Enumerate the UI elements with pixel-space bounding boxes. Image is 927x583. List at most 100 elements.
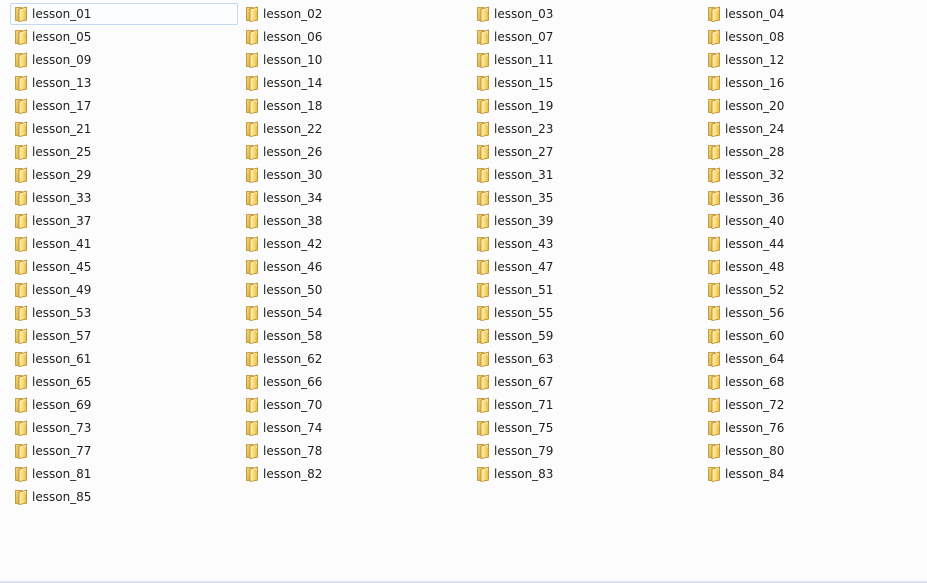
folder-item[interactable]: lesson_32 bbox=[703, 164, 927, 186]
folder-icon bbox=[245, 6, 259, 22]
folder-item[interactable]: lesson_09 bbox=[10, 49, 238, 71]
folder-item[interactable]: lesson_16 bbox=[703, 72, 927, 94]
folder-item[interactable]: lesson_27 bbox=[472, 141, 700, 163]
folder-item[interactable]: lesson_21 bbox=[10, 118, 238, 140]
folder-item[interactable]: lesson_68 bbox=[703, 371, 927, 393]
folder-item[interactable]: lesson_85 bbox=[10, 486, 238, 508]
folder-item[interactable]: lesson_56 bbox=[703, 302, 927, 324]
folder-item[interactable]: lesson_05 bbox=[10, 26, 238, 48]
folder-icon bbox=[476, 121, 490, 137]
folder-item[interactable]: lesson_69 bbox=[10, 394, 238, 416]
folder-item[interactable]: lesson_01 bbox=[10, 3, 238, 25]
folder-item[interactable]: lesson_52 bbox=[703, 279, 927, 301]
folder-item[interactable]: lesson_81 bbox=[10, 463, 238, 485]
folder-item[interactable]: lesson_80 bbox=[703, 440, 927, 462]
folder-item[interactable]: lesson_83 bbox=[472, 463, 700, 485]
folder-item[interactable]: lesson_29 bbox=[10, 164, 238, 186]
folder-item[interactable]: lesson_08 bbox=[703, 26, 927, 48]
folder-item[interactable]: lesson_50 bbox=[241, 279, 469, 301]
folder-icon bbox=[245, 443, 259, 459]
folder-item[interactable]: lesson_75 bbox=[472, 417, 700, 439]
folder-item[interactable]: lesson_11 bbox=[472, 49, 700, 71]
folder-item[interactable]: lesson_42 bbox=[241, 233, 469, 255]
folder-item[interactable]: lesson_60 bbox=[703, 325, 927, 347]
folder-item[interactable]: lesson_10 bbox=[241, 49, 469, 71]
folder-item[interactable]: lesson_37 bbox=[10, 210, 238, 232]
folder-item[interactable]: lesson_71 bbox=[472, 394, 700, 416]
folder-item[interactable]: lesson_22 bbox=[241, 118, 469, 140]
folder-item[interactable]: lesson_06 bbox=[241, 26, 469, 48]
folder-icon bbox=[245, 75, 259, 91]
folder-icon bbox=[14, 144, 28, 160]
folder-item-label: lesson_73 bbox=[32, 421, 92, 435]
folder-item[interactable]: lesson_41 bbox=[10, 233, 238, 255]
folder-item[interactable]: lesson_40 bbox=[703, 210, 927, 232]
folder-item[interactable]: lesson_63 bbox=[472, 348, 700, 370]
folder-icon bbox=[707, 443, 721, 459]
folder-item[interactable]: lesson_62 bbox=[241, 348, 469, 370]
folder-item[interactable]: lesson_49 bbox=[10, 279, 238, 301]
folder-item[interactable]: lesson_43 bbox=[472, 233, 700, 255]
folder-item[interactable]: lesson_30 bbox=[241, 164, 469, 186]
folder-icon bbox=[476, 29, 490, 45]
folder-item[interactable]: lesson_19 bbox=[472, 95, 700, 117]
folder-item[interactable]: lesson_57 bbox=[10, 325, 238, 347]
folder-item[interactable]: lesson_14 bbox=[241, 72, 469, 94]
folder-item[interactable]: lesson_31 bbox=[472, 164, 700, 186]
folder-item[interactable]: lesson_24 bbox=[703, 118, 927, 140]
folder-item-label: lesson_49 bbox=[32, 283, 92, 297]
folder-item[interactable]: lesson_07 bbox=[472, 26, 700, 48]
folder-item[interactable]: lesson_67 bbox=[472, 371, 700, 393]
folder-item[interactable]: lesson_04 bbox=[703, 3, 927, 25]
folder-item[interactable]: lesson_55 bbox=[472, 302, 700, 324]
folder-item[interactable]: lesson_18 bbox=[241, 95, 469, 117]
folder-item[interactable]: lesson_12 bbox=[703, 49, 927, 71]
folder-item[interactable]: lesson_15 bbox=[472, 72, 700, 94]
folder-item[interactable]: lesson_35 bbox=[472, 187, 700, 209]
folder-icon bbox=[245, 144, 259, 160]
folder-item[interactable]: lesson_47 bbox=[472, 256, 700, 278]
folder-item[interactable]: lesson_77 bbox=[10, 440, 238, 462]
folder-item[interactable]: lesson_51 bbox=[472, 279, 700, 301]
folder-item[interactable]: lesson_78 bbox=[241, 440, 469, 462]
folder-item-label: lesson_31 bbox=[494, 168, 554, 182]
folder-item[interactable]: lesson_76 bbox=[703, 417, 927, 439]
folder-item[interactable]: lesson_58 bbox=[241, 325, 469, 347]
folder-item[interactable]: lesson_20 bbox=[703, 95, 927, 117]
folder-item[interactable]: lesson_28 bbox=[703, 141, 927, 163]
folder-item[interactable]: lesson_74 bbox=[241, 417, 469, 439]
folder-item[interactable]: lesson_34 bbox=[241, 187, 469, 209]
folder-icon bbox=[707, 466, 721, 482]
folder-item[interactable]: lesson_59 bbox=[472, 325, 700, 347]
folder-item[interactable]: lesson_82 bbox=[241, 463, 469, 485]
folder-item[interactable]: lesson_36 bbox=[703, 187, 927, 209]
folder-item[interactable]: lesson_45 bbox=[10, 256, 238, 278]
folder-item-label: lesson_41 bbox=[32, 237, 92, 251]
folder-item[interactable]: lesson_44 bbox=[703, 233, 927, 255]
folder-item[interactable]: lesson_65 bbox=[10, 371, 238, 393]
folder-item[interactable]: lesson_66 bbox=[241, 371, 469, 393]
folder-item[interactable]: lesson_64 bbox=[703, 348, 927, 370]
folder-item[interactable]: lesson_46 bbox=[241, 256, 469, 278]
folder-item[interactable]: lesson_03 bbox=[472, 3, 700, 25]
folder-item[interactable]: lesson_39 bbox=[472, 210, 700, 232]
folder-item[interactable]: lesson_53 bbox=[10, 302, 238, 324]
folder-item[interactable]: lesson_13 bbox=[10, 72, 238, 94]
folder-item[interactable]: lesson_54 bbox=[241, 302, 469, 324]
file-list-pane[interactable]: lesson_01 lesson_02 lesson_03 lesson_04 less… bbox=[0, 0, 927, 581]
folder-item[interactable]: lesson_79 bbox=[472, 440, 700, 462]
folder-item[interactable]: lesson_02 bbox=[241, 3, 469, 25]
folder-item[interactable]: lesson_73 bbox=[10, 417, 238, 439]
folder-item[interactable]: lesson_70 bbox=[241, 394, 469, 416]
folder-item[interactable]: lesson_17 bbox=[10, 95, 238, 117]
folder-item[interactable]: lesson_38 bbox=[241, 210, 469, 232]
folder-item[interactable]: lesson_48 bbox=[703, 256, 927, 278]
folder-item-label: lesson_26 bbox=[263, 145, 323, 159]
folder-item[interactable]: lesson_61 bbox=[10, 348, 238, 370]
folder-item[interactable]: lesson_72 bbox=[703, 394, 927, 416]
folder-item[interactable]: lesson_25 bbox=[10, 141, 238, 163]
folder-item[interactable]: lesson_23 bbox=[472, 118, 700, 140]
folder-item[interactable]: lesson_33 bbox=[10, 187, 238, 209]
folder-item[interactable]: lesson_26 bbox=[241, 141, 469, 163]
folder-item[interactable]: lesson_84 bbox=[703, 463, 927, 485]
